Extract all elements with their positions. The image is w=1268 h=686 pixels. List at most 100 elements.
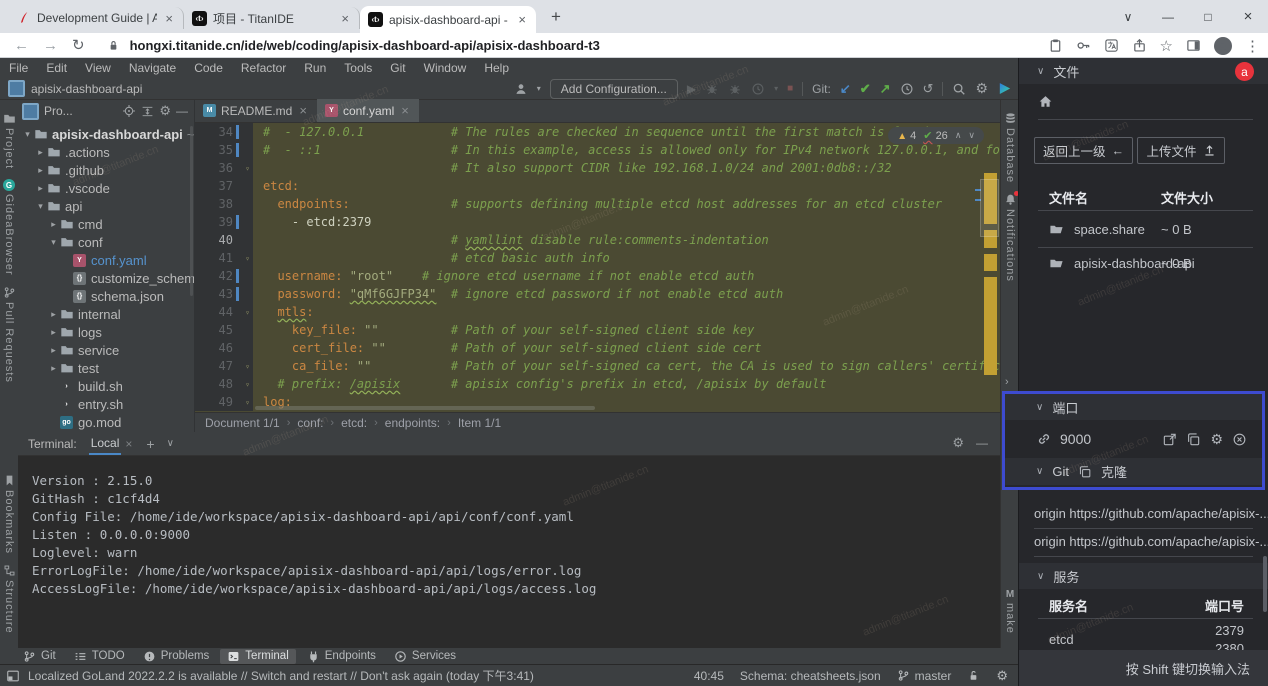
chevron-right-icon[interactable]: ▸ [48, 363, 59, 374]
stop-icon[interactable]: ■ [787, 83, 793, 94]
profiler-icon[interactable] [751, 82, 765, 96]
code-line[interactable]: 42 username: "root" # ignore etcd userna… [195, 267, 1000, 285]
project-tree-item[interactable]: gogo.mod [18, 413, 194, 431]
clone-label[interactable]: 克隆 [1101, 462, 1127, 481]
code-line[interactable]: 41▿ # etcd basic auth info [195, 249, 1000, 267]
profile-avatar[interactable] [1214, 37, 1232, 55]
file-row[interactable]: apisix-dashboard-api ~ 0 B [1019, 250, 1268, 278]
chevron-right-icon[interactable]: ▸ [48, 345, 59, 356]
code-line[interactable]: 46 cert_file: "" # Path of your self-sig… [195, 339, 1000, 357]
new-tab-button[interactable]: + [544, 5, 568, 29]
minimize-icon[interactable]: — [1148, 10, 1188, 24]
tool-window-button-todo[interactable]: TODO [67, 649, 132, 664]
chevron-right-icon[interactable]: ▸ [35, 183, 46, 194]
side-panel-scrollbar[interactable] [1263, 556, 1267, 612]
menu-run[interactable]: Run [295, 61, 335, 75]
terminal-settings-gear-icon[interactable]: ⚙ [952, 435, 964, 451]
editor-tab[interactable]: MREADME.md× [195, 99, 317, 122]
breadcrumb-item[interactable]: endpoints: [385, 416, 440, 430]
tab-close-icon[interactable]: × [339, 11, 351, 26]
project-name[interactable]: apisix-dashboard-api [31, 82, 142, 96]
code-line[interactable]: 40 # yamllint disable rule:comments-inde… [195, 231, 1000, 249]
port-number[interactable]: 9000 [1060, 431, 1091, 447]
tool-window-button-terminal[interactable]: Terminal [220, 649, 295, 664]
chevron-down-icon[interactable]: ▾ [22, 129, 33, 140]
editor-hscrollbar[interactable] [255, 406, 595, 410]
breadcrumb-item[interactable]: conf: [297, 416, 323, 430]
project-tree-item[interactable]: ▸logs [18, 323, 194, 341]
readonly-lock-icon[interactable] [967, 669, 980, 682]
remove-port-icon[interactable] [1232, 432, 1247, 447]
project-tree-item[interactable]: ▸internal [18, 305, 194, 323]
browser-tab[interactable]: ‹t›apisix-dashboard-api - TitanID× [360, 6, 536, 33]
chevron-down-icon[interactable]: ▾ [48, 237, 59, 248]
code-line[interactable]: 44▿ mtls: [195, 303, 1000, 321]
stripe-item-notifications[interactable]: Notifications [1001, 193, 1019, 282]
code-editor[interactable]: ▲ 4 ✔ 26 ∧ ∨ 34# - 127.0.0.1 # The rules… [195, 123, 1000, 412]
url-text[interactable]: hongxi.titanide.cn/ide/web/coding/apisix… [130, 38, 600, 53]
tool-window-button-services[interactable]: Services [387, 649, 463, 664]
notification-badge[interactable]: a [1235, 62, 1254, 81]
project-tree-item[interactable]: ▸test [18, 359, 194, 377]
menu-navigate[interactable]: Navigate [120, 61, 185, 75]
code-line[interactable]: 45 key_file: "" # Path of your self-sign… [195, 321, 1000, 339]
project-panel-title[interactable]: Pro... [44, 104, 73, 118]
titanide-logo-icon[interactable] [997, 81, 1012, 96]
tool-window-button-git[interactable]: Git [16, 649, 63, 664]
chevron-right-icon[interactable]: ▸ [35, 147, 46, 158]
add-configuration-button[interactable]: Add Configuration... [550, 79, 678, 99]
code-line[interactable]: 39 - etcd:2379 [195, 213, 1000, 231]
project-tree-item[interactable]: ▸cmd [18, 215, 194, 233]
password-key-icon[interactable] [1076, 38, 1091, 53]
chevron-right-icon[interactable]: ▸ [35, 165, 46, 176]
stripe-item-database[interactable]: Database [1001, 112, 1019, 183]
run-icon[interactable]: ▶ [687, 82, 696, 96]
project-scrollbar[interactable] [190, 126, 193, 296]
project-tree-item[interactable]: {}schema.json [18, 287, 194, 305]
chevron-right-icon[interactable]: ▸ [48, 309, 59, 320]
git-remote-row[interactable]: origin https://github.com/apache/apisix-… [1034, 506, 1254, 521]
project-tree-item[interactable]: ▾api [18, 197, 194, 215]
copy-icon[interactable] [1186, 432, 1201, 447]
bookmark-star-icon[interactable]: ☆ [1160, 37, 1173, 55]
file-row-name[interactable]: space.share [1074, 222, 1145, 237]
hide-panel-icon[interactable]: — [176, 104, 188, 118]
project-tree-item[interactable]: ▸.github [18, 161, 194, 179]
maximize-icon[interactable]: □ [1188, 10, 1228, 24]
stripe-item-structure[interactable]: Structure [0, 564, 18, 634]
terminal-tab-local[interactable]: Local [89, 433, 122, 455]
project-tree-item[interactable]: {}customize_schema [18, 269, 194, 287]
browser-tab[interactable]: ‹t›项目 - TitanIDE× [184, 7, 360, 29]
port-settings-gear-icon[interactable]: ⚙ [1210, 431, 1223, 448]
git-clone-section-header[interactable]: ∨Git 克隆 [1005, 458, 1262, 485]
project-tree-item[interactable]: ▸.vscode [18, 179, 194, 197]
search-everywhere-icon[interactable] [952, 82, 966, 96]
share-icon[interactable] [1132, 38, 1147, 53]
breadcrumb-item[interactable]: Item 1/1 [458, 416, 501, 430]
files-section-header[interactable]: ∨文件 [1019, 58, 1268, 84]
browser-menu-icon[interactable]: ⋮ [1245, 37, 1260, 55]
debug-icon[interactable] [705, 82, 719, 96]
tab-close-icon[interactable]: × [516, 12, 528, 27]
stripe-item-bookmarks[interactable]: Bookmarks [0, 474, 18, 554]
project-tree-item[interactable]: Yconf.yaml [18, 251, 194, 269]
user-dropdown-icon[interactable]: ▾ [537, 84, 541, 93]
inspections-widget[interactable]: ▲ 4 ✔ 26 ∧ ∨ [888, 127, 984, 144]
run-more-icon[interactable]: ▾ [774, 84, 778, 93]
menu-code[interactable]: Code [185, 61, 232, 75]
git-branch-name[interactable]: master [915, 669, 952, 683]
schema-indicator[interactable]: Schema: cheatsheets.json [740, 669, 881, 683]
code-line[interactable]: 43 password: "qMf6GJFP34" # ignore etcd … [195, 285, 1000, 303]
status-message[interactable]: Localized GoLand 2022.2.2 is available /… [28, 667, 534, 684]
project-tree-item[interactable]: ▾apisix-dashboard-api ~/ [18, 125, 194, 143]
code-line[interactable]: 38 endpoints: # supports defining multip… [195, 195, 1000, 213]
locate-file-icon[interactable] [122, 104, 136, 118]
side-panel-icon[interactable] [1186, 38, 1201, 53]
breadcrumb-item[interactable]: etcd: [341, 416, 367, 430]
terminal-tab-close-icon[interactable]: × [125, 437, 132, 451]
translate-icon[interactable] [1104, 38, 1119, 53]
editor-scrollbar-thumb[interactable] [980, 179, 999, 237]
stripe-expand-icon[interactable]: › [1005, 376, 1009, 388]
services-section-header[interactable]: ∨服务 [1019, 563, 1268, 589]
reload-icon[interactable]: ↻ [72, 36, 85, 54]
